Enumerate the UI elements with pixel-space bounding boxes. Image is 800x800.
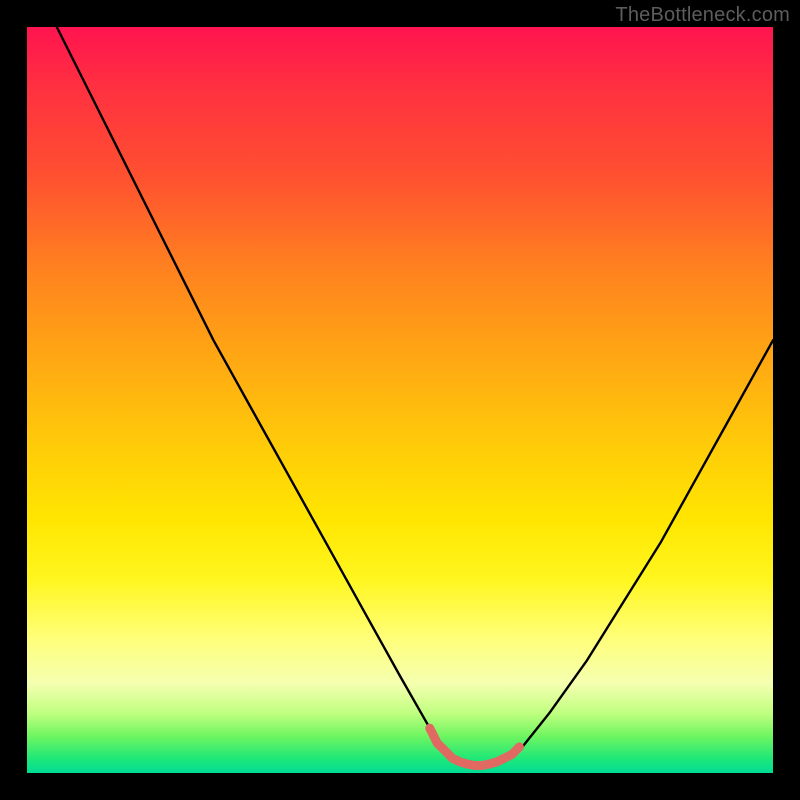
bottleneck-curve-path [57, 27, 773, 766]
chart-svg [27, 27, 773, 773]
valley-highlight-path [430, 728, 520, 765]
plot-area [27, 27, 773, 773]
chart-frame: TheBottleneck.com [0, 0, 800, 800]
watermark-text: TheBottleneck.com [615, 4, 790, 27]
